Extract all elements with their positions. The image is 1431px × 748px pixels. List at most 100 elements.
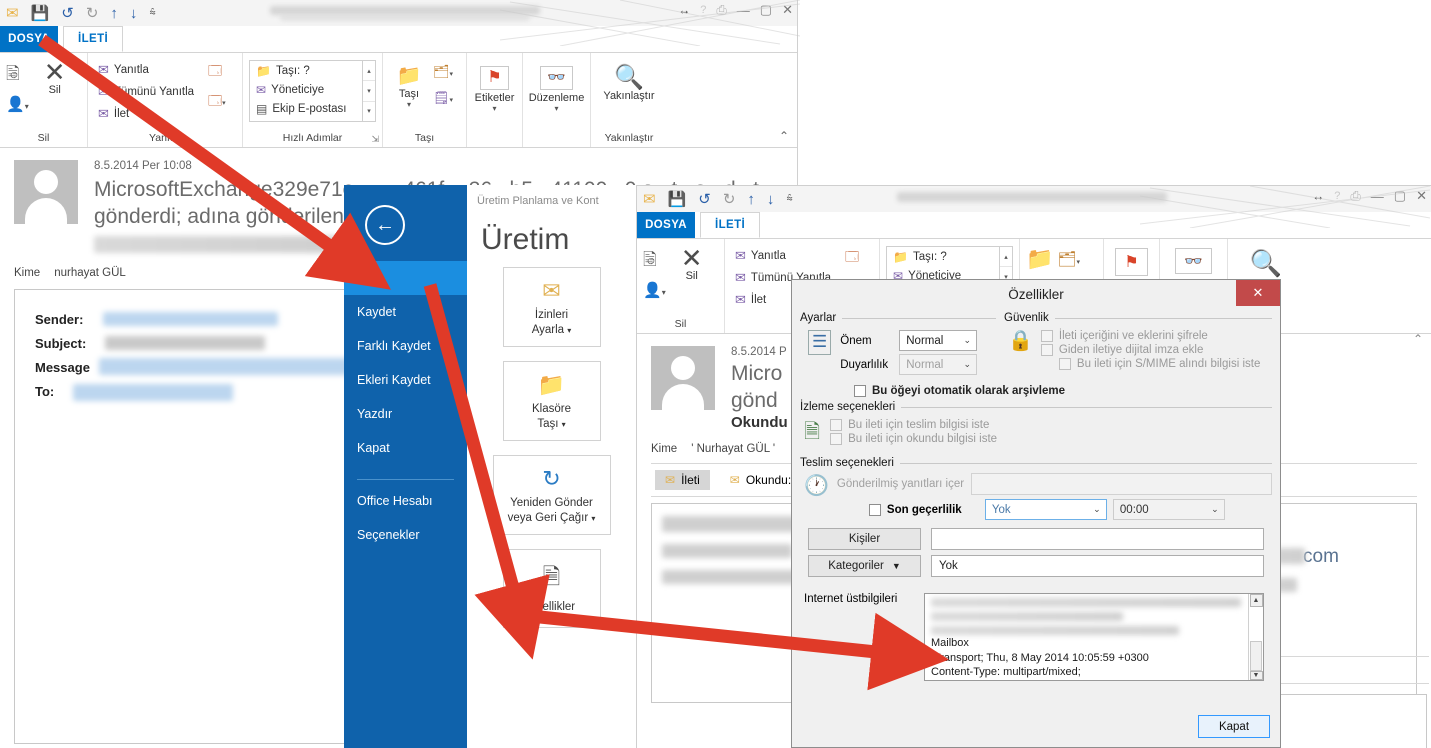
gallery-more-icon[interactable]: ▾	[363, 102, 375, 121]
reply-all-button[interactable]: ✉ Tümünü Yanıtla	[94, 82, 198, 102]
close-button[interactable]: Kapat	[1198, 715, 1270, 738]
tab-ileti-second[interactable]: İLETİ	[700, 212, 761, 238]
quicksteps-gallery[interactable]: 📁 Taşı: ? ✉ Yöneticiye ▤ Ekip E-postası	[249, 60, 376, 122]
scroll-up-icon[interactable]: ▲	[1249, 594, 1263, 607]
flag-icon[interactable]: ⚑	[1115, 248, 1148, 276]
editing-binoculars-icon[interactable]: 👓	[1175, 248, 1212, 274]
checkbox-read-receipt[interactable]	[830, 433, 843, 445]
replies-input[interactable]	[970, 473, 1272, 495]
mail-tab-ileti[interactable]: ✉ İleti	[655, 470, 710, 490]
scrollbar-thumb[interactable]	[1249, 641, 1262, 671]
chevron-down-icon[interactable]: ⌄	[958, 335, 976, 346]
forward-button[interactable]: ✉ İlet	[94, 104, 198, 124]
save-icon[interactable]: 💾	[668, 192, 687, 207]
tags-chevron-down-icon[interactable]: ▾	[492, 104, 496, 113]
importance-select[interactable]: Normal ⌄	[899, 330, 978, 351]
close-icon[interactable]: ✕	[1236, 280, 1280, 306]
backstage-item-secenekler[interactable]: Seçenekler	[344, 518, 467, 552]
backstage-card-yeniden-gonder[interactable]: ↻ Yeniden Gönder veya Geri Çağır ▾	[492, 455, 611, 535]
junk-icon[interactable]: 👤▾	[6, 95, 29, 113]
down-icon[interactable]: ↓	[767, 192, 775, 207]
up-icon[interactable]: ↑	[110, 6, 118, 21]
contacts-button[interactable]: Kişiler	[808, 528, 921, 550]
sensitivity-select[interactable]: Normal ⌄	[899, 354, 978, 375]
checkbox-smime[interactable]	[1058, 358, 1071, 370]
undo-icon[interactable]: ↺	[698, 192, 711, 207]
backstage-item-ekleri-kaydet[interactable]: Ekleri Kaydet	[344, 363, 467, 397]
zoom-button[interactable]: 🔍 Yakınlaştır	[597, 62, 661, 103]
mail-icon[interactable]: ✉	[643, 192, 656, 207]
tab-ileti[interactable]: İLETİ	[63, 26, 124, 52]
backstage-item-kapat[interactable]: Kapat	[344, 431, 467, 465]
customize-qat-icon[interactable]: ⩯	[786, 193, 792, 205]
categories-button[interactable]: Kategoriler ▼	[808, 555, 921, 577]
chevron-down-icon[interactable]: ⌄	[1206, 504, 1224, 515]
checkbox-delivery-receipt[interactable]	[830, 419, 843, 431]
rules-icon[interactable]: 🗂▾	[433, 64, 453, 80]
tracking-option-read[interactable]: Bu ileti için okundu bilgisi iste	[830, 433, 997, 445]
ribbon-collapse-chevron-second[interactable]: ⌃	[1413, 332, 1423, 346]
reply-button-second[interactable]: ✉ Yanıtla	[731, 246, 835, 266]
back-arrow-icon[interactable]: ←	[365, 205, 405, 245]
more-respond-icon[interactable]: 🗔▾	[208, 92, 226, 114]
ignore-icon[interactable]: 🗟	[643, 247, 666, 276]
meeting-icon[interactable]: 🗔	[208, 62, 226, 84]
quickstep-move[interactable]: 📁 Taşı: ?	[252, 62, 360, 80]
expiry-time-select[interactable]: 00:00 ⌄	[1112, 499, 1225, 520]
backstage-item-office-hesabi[interactable]: Office Hesabı	[344, 484, 467, 518]
chevron-down-icon[interactable]: ⌄	[1088, 504, 1106, 515]
backstage-card-ozellikler[interactable]: 🗎 Özellikler	[502, 549, 601, 628]
security-option-smime[interactable]: Bu ileti için S/MIME alındı bilgisi iste	[1041, 358, 1272, 370]
dialog-launcher-icon[interactable]: ⇲	[371, 134, 379, 145]
delete-button[interactable]: ✕ Sil	[33, 56, 77, 96]
save-icon[interactable]: 💾	[31, 6, 50, 21]
backstage-item-kaydet[interactable]: Kaydet	[344, 295, 467, 329]
backstage-item-farkli-kaydet[interactable]: Farklı Kaydet	[344, 329, 467, 363]
move-icon[interactable]: 📁	[1026, 246, 1053, 272]
quickstep-team-email[interactable]: ▤ Ekip E-postası	[252, 100, 360, 118]
magnifier-icon[interactable]: 🔍	[1250, 248, 1282, 279]
expiry-date-select[interactable]: Yok ⌄	[984, 499, 1107, 520]
checkbox-sign[interactable]	[1040, 344, 1053, 356]
backstage-item-bilgi[interactable]: Bilgi	[344, 261, 467, 295]
contacts-input[interactable]	[931, 528, 1264, 550]
autoarchive-row[interactable]: Bu öğeyi otomatik olarak arşivleme	[854, 385, 1272, 397]
scroll-up-icon[interactable]: ▴	[1000, 247, 1012, 268]
categories-input[interactable]: Yok	[931, 555, 1264, 577]
ignore-icon[interactable]: 🗟	[6, 61, 29, 90]
backstage-card-klasore-tasi[interactable]: 📁 Klasöre Taşı ▾	[502, 361, 601, 441]
delete-button-second[interactable]: ✕ Sil	[670, 242, 714, 282]
meeting-icon[interactable]: 🗔	[845, 248, 859, 270]
backstage-card-izinleri-ayarla[interactable]: ✉ İzinleri Ayarla ▾	[502, 267, 601, 347]
quicksteps-scrollbar[interactable]: ▴ ▾ ▾	[362, 61, 375, 121]
tracking-option-delivery[interactable]: Bu ileti için teslim bilgisi iste	[830, 419, 997, 431]
mail-icon[interactable]: ✉	[6, 6, 19, 21]
chevron-down-icon[interactable]: ▼	[892, 561, 901, 571]
editing-button[interactable]: 👓 Düzenleme ▾	[529, 62, 584, 113]
move-button[interactable]: 📁 Taşı ▾	[389, 60, 429, 109]
move-chevron-down-icon[interactable]: ▾	[407, 100, 411, 109]
undo-icon[interactable]: ↺	[61, 6, 74, 21]
checkbox-expiry[interactable]	[868, 503, 881, 516]
tags-button[interactable]: ⚑ Etiketler ▾	[473, 62, 516, 113]
scroll-down-icon[interactable]: ▾	[363, 81, 375, 102]
quickstep-manager[interactable]: ✉ Yöneticiye	[252, 81, 360, 99]
scroll-up-icon[interactable]: ▴	[363, 61, 375, 82]
internet-headers-box[interactable]: Mailbox Transport; Thu, 8 May 2014 10:05…	[924, 593, 1264, 681]
tab-dosya-second[interactable]: DOSYA	[637, 212, 695, 238]
chevron-down-icon[interactable]: ⌄	[958, 359, 976, 370]
up-icon[interactable]: ↑	[747, 192, 755, 207]
security-option-encrypt[interactable]: İleti içeriğini ve eklerini şifrele	[1040, 330, 1272, 342]
reply-button[interactable]: ✉ Yanıtla	[94, 60, 198, 80]
redo-icon[interactable]: ↻	[723, 192, 736, 207]
security-option-sign[interactable]: Giden iletiye dijital imza ekle	[1040, 344, 1272, 356]
checkbox-encrypt[interactable]	[1040, 330, 1053, 342]
backstage-item-yazdir[interactable]: Yazdır	[344, 397, 467, 431]
onenote-icon[interactable]: 🗒▾	[433, 90, 453, 106]
quickstep-move-second[interactable]: 📁 Taşı: ?	[889, 248, 997, 266]
checkbox-autoarchive[interactable]	[854, 385, 866, 397]
junk-icon[interactable]: 👤▾	[643, 281, 666, 299]
customize-qat-icon[interactable]: ⩯	[149, 7, 155, 19]
internet-headers-scrollbar[interactable]: ▲ ▼	[1248, 594, 1263, 680]
redo-icon[interactable]: ↻	[86, 6, 99, 21]
